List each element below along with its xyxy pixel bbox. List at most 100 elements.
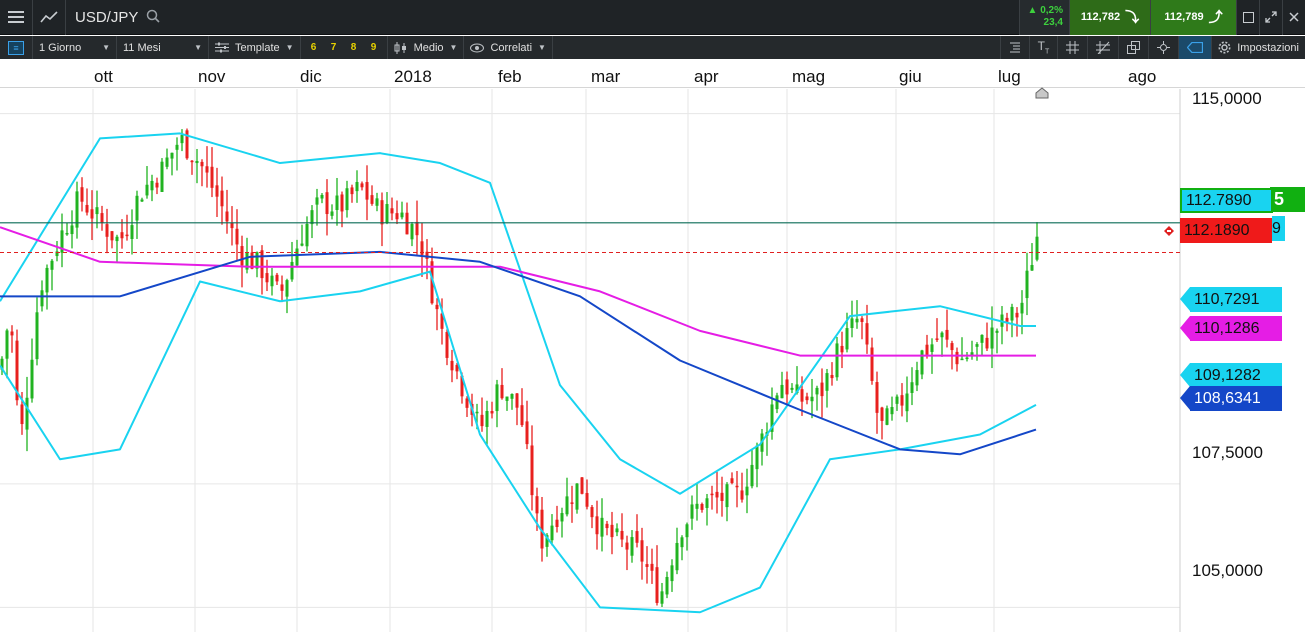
candle-body (85, 204, 89, 213)
symbol-selector[interactable]: USD/JPY (66, 9, 160, 26)
select-mode-button[interactable]: ≡ (0, 36, 33, 59)
chart-type-button[interactable] (33, 0, 66, 35)
price-label-button[interactable] (1179, 36, 1213, 59)
price-chart[interactable]: ott nov dic 2018 feb mar apr mag giu lug… (0, 59, 1305, 632)
candle-body (870, 347, 874, 381)
candle-body (5, 330, 9, 359)
scroll-handle-icon[interactable] (1035, 87, 1049, 99)
close-button[interactable] (1282, 0, 1305, 35)
grid-icon (1066, 41, 1080, 54)
text-tool-button[interactable]: TT (1030, 36, 1059, 59)
chevron-down-icon: ▼ (449, 43, 458, 52)
candle-body (325, 192, 329, 215)
candle-body (415, 221, 419, 236)
candle-body (360, 183, 364, 188)
candle-body (855, 318, 859, 323)
timeframe-dropdown[interactable]: 1 Giorno ▼ (33, 36, 117, 59)
fibonacci-button[interactable] (1088, 36, 1120, 59)
chart-style-dropdown[interactable]: Medio ▼ (388, 36, 465, 59)
candle-body (285, 280, 289, 297)
correlated-label: Correlati (490, 41, 533, 54)
candle-body (520, 405, 524, 426)
sell-button[interactable]: 112,782 ⤵ (1069, 0, 1150, 35)
candle-body (500, 384, 504, 399)
candle-body (505, 396, 509, 401)
current-price-badge: 112.7890 (1180, 188, 1273, 213)
preset-button[interactable]: 6 (304, 36, 324, 59)
buy-button[interactable]: 112,789 ⤴ (1150, 0, 1236, 35)
candle-body (875, 382, 879, 413)
restore-window-button[interactable] (1236, 0, 1259, 35)
tag-icon (1187, 42, 1204, 53)
price-badge-hidden: 5 (1270, 187, 1305, 212)
reference-price-badge: 112.1890 (1180, 218, 1272, 243)
candle-body (215, 185, 219, 197)
candle-body (815, 387, 819, 395)
search-icon[interactable] (146, 9, 160, 26)
candle-body (315, 197, 319, 205)
buy-price: 112,789 (1164, 11, 1204, 23)
candle-body (595, 516, 599, 535)
candle-body (740, 490, 744, 500)
month-label: mar (591, 67, 621, 86)
candle-body (30, 359, 34, 399)
candle-body (170, 152, 174, 159)
candle-body (120, 232, 124, 239)
candle-body (775, 395, 779, 410)
candle-body (150, 180, 154, 191)
candle-body (365, 182, 369, 200)
preset-button[interactable]: 8 (344, 36, 364, 59)
notes-button[interactable] (999, 36, 1030, 59)
month-label: feb (498, 67, 522, 86)
candle-body (195, 160, 199, 164)
month-label: mag (792, 67, 826, 86)
candle-body (705, 498, 709, 508)
candles-icon (394, 41, 406, 54)
candle-body (585, 493, 589, 507)
alert-marker-icon[interactable] (1164, 226, 1174, 236)
range-dropdown[interactable]: 11 Mesi ▼ (117, 36, 209, 59)
template-dropdown[interactable]: Template ▼ (209, 36, 301, 59)
candle-body (125, 234, 129, 237)
correlated-dropdown[interactable]: Correlati ▼ (464, 36, 553, 59)
chevron-down-icon: ▼ (285, 43, 294, 52)
candle-body (725, 484, 729, 508)
candle-body (865, 323, 869, 345)
preset-button[interactable]: 7 (324, 36, 344, 59)
candle-body (950, 343, 954, 351)
layers-button[interactable] (1119, 36, 1150, 59)
candle-body (1030, 264, 1034, 271)
up-arrow-icon: ⤴ (1208, 9, 1223, 25)
candle-body (295, 248, 299, 266)
candle-body (495, 384, 499, 412)
grid-button[interactable] (1058, 36, 1089, 59)
candle-body (610, 524, 614, 538)
menu-button[interactable] (0, 0, 33, 35)
month-label: apr (694, 67, 719, 86)
candle-body (530, 445, 534, 496)
crosshair-button[interactable] (1149, 36, 1180, 59)
candle-body (735, 485, 739, 488)
candle-body (160, 161, 164, 192)
expand-button[interactable] (1259, 0, 1282, 35)
candle-body (995, 330, 999, 333)
candle-body (240, 246, 244, 266)
candle-body (670, 565, 674, 582)
candle-body (580, 477, 584, 494)
preset-button[interactable]: 9 (364, 36, 384, 59)
candle-body (780, 384, 784, 399)
top-bar: USD/JPY ▲ 0,2% 23,4 112,782 ⤵ 112,789 ⤴ (0, 0, 1305, 35)
candle-body (445, 331, 449, 358)
settings-button[interactable]: Impostazioni (1212, 36, 1305, 59)
candle-body (375, 198, 379, 206)
gear-icon (1218, 41, 1231, 54)
candle-body (180, 135, 184, 144)
candle-body (1035, 236, 1039, 260)
candle-body (40, 290, 44, 307)
candle-body (400, 212, 404, 218)
candle-body (650, 563, 654, 571)
text-icon: TT (1037, 39, 1050, 56)
month-label: ott (94, 67, 113, 86)
candle-body (800, 389, 804, 402)
candle-body (805, 396, 809, 401)
